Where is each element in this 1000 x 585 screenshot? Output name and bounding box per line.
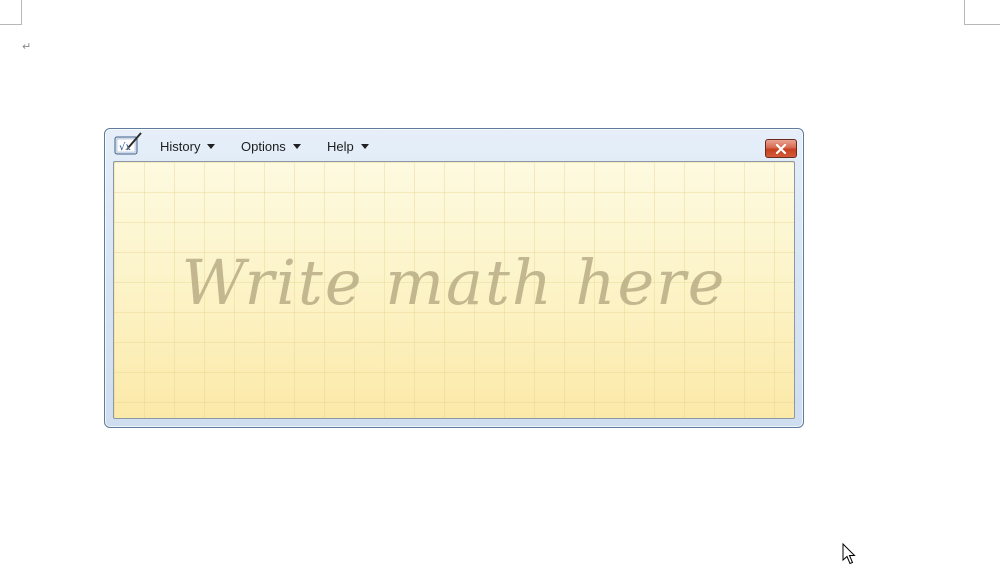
help-menu-label: Help	[327, 138, 354, 154]
math-input-panel-icon[interactable]: √x	[114, 132, 142, 156]
history-menu-label: History	[160, 138, 201, 154]
close-icon	[775, 143, 787, 154]
help-menu[interactable]: Help	[327, 137, 369, 155]
page-corner-mark-right	[964, 0, 1000, 25]
options-menu-label: Options	[241, 138, 286, 154]
title-bar: √x History Options Help	[105, 129, 803, 161]
chevron-down-icon	[207, 144, 216, 149]
chevron-down-icon	[292, 144, 301, 149]
write-math-hint: Write math here	[181, 246, 727, 319]
paragraph-mark: ↵	[22, 40, 32, 53]
history-menu[interactable]: History	[160, 137, 216, 155]
close-button[interactable]	[765, 139, 797, 158]
math-input-panel-window: √x History Options Help Write math here	[104, 128, 804, 428]
options-menu[interactable]: Options	[241, 137, 301, 155]
chevron-down-icon	[360, 144, 369, 149]
math-writing-area[interactable]: Write math here	[113, 161, 795, 419]
mouse-pointer-icon	[842, 543, 856, 565]
page-corner-mark-left	[0, 0, 22, 25]
